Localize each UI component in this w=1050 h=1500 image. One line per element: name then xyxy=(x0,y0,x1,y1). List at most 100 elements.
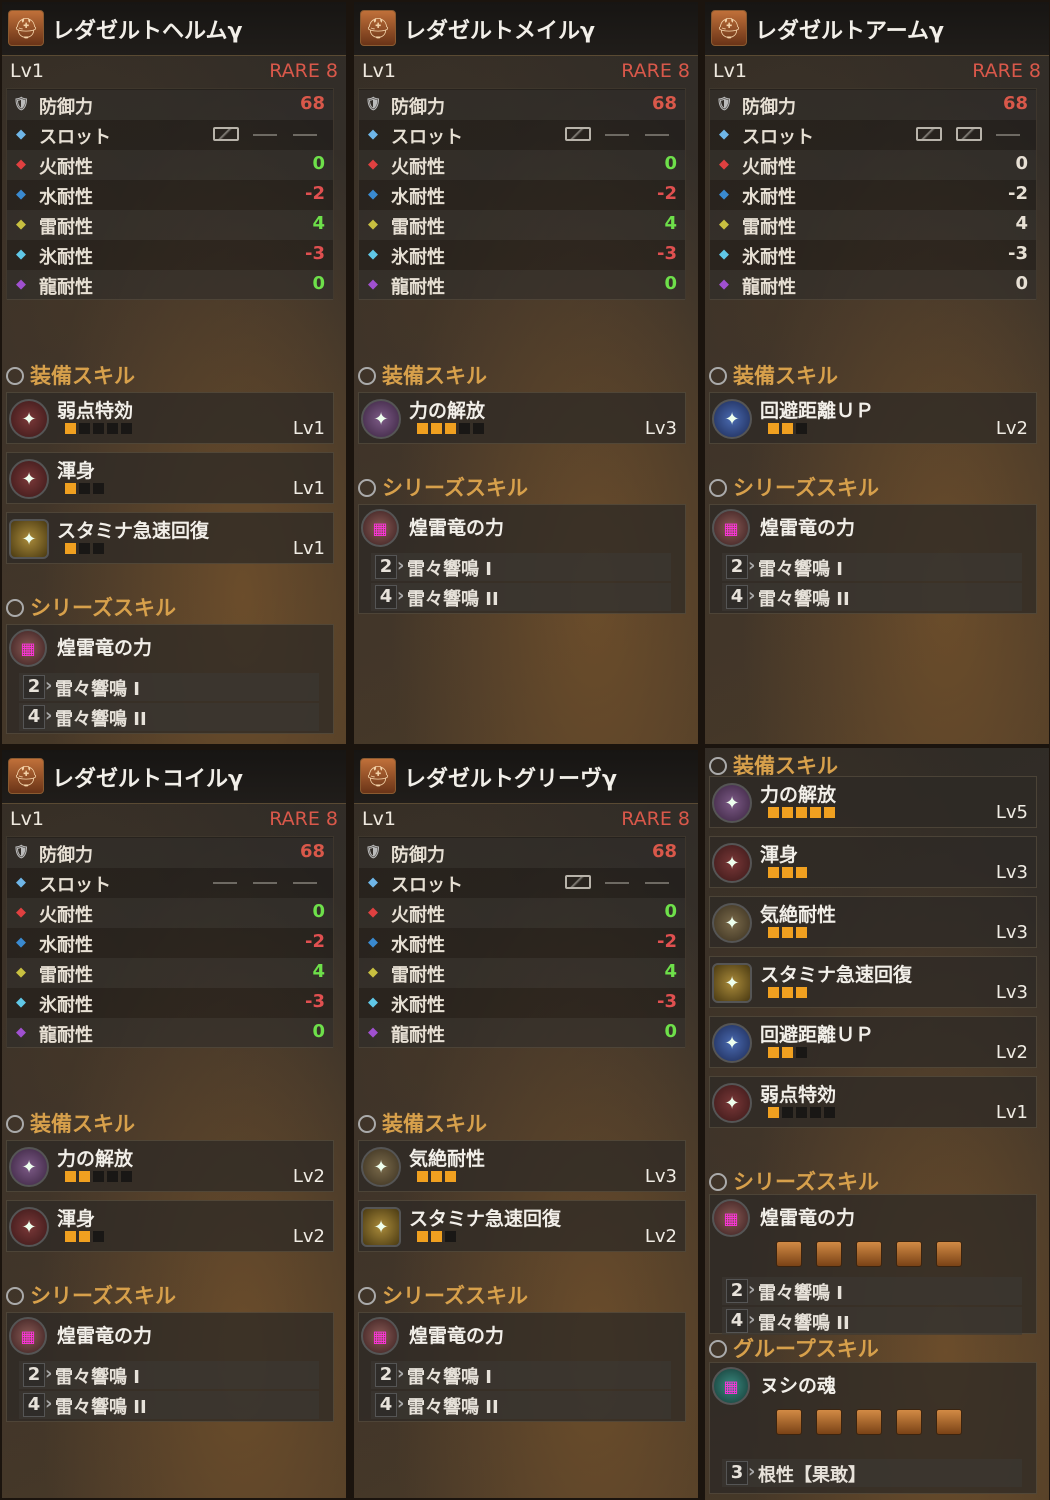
skill-name: スタミナ急速回復 xyxy=(57,520,210,542)
series-armor-icons xyxy=(776,1241,962,1267)
section-icon xyxy=(709,479,727,497)
skill-entry[interactable]: ✦ 回避距離ＵＰ Lv2 xyxy=(709,392,1037,444)
empty-slot[interactable] xyxy=(645,134,669,136)
stat-value: 0 xyxy=(1015,153,1028,174)
stat-label: 水耐性 xyxy=(391,187,445,208)
skill-entry[interactable]: ✦ スタミナ急速回復 Lv1 xyxy=(6,512,334,564)
stat-label: 龍耐性 xyxy=(742,277,796,298)
level-pip xyxy=(107,423,118,434)
stat-value: -3 xyxy=(305,991,325,1012)
series-skill-name: 煌雷竜の力 xyxy=(57,1325,153,1347)
skill-entry[interactable]: ✦ 弱点特効 Lv1 xyxy=(709,1076,1037,1128)
stat-value: 4 xyxy=(1015,213,1028,234)
skill-name: 力の解放 xyxy=(409,400,486,422)
fire-resistance: ◆ 火耐性 0 xyxy=(359,150,685,180)
skill-entry[interactable]: ✦ 力の解放 Lv2 xyxy=(6,1140,334,1192)
level-pip xyxy=(93,543,104,554)
empty-slot[interactable] xyxy=(213,882,237,884)
armor-level: Lv1 xyxy=(362,60,396,82)
skill-entry[interactable]: ✦ 力の解放 Lv3 xyxy=(358,392,686,444)
series-bonus-row: 2雷々響鳴 I xyxy=(19,1361,319,1389)
level-pip xyxy=(417,423,428,434)
level-pip xyxy=(782,987,793,998)
stat-value: 0 xyxy=(312,153,325,174)
series-skill-icon: ▦ xyxy=(361,1317,399,1355)
level-pip xyxy=(93,423,104,434)
fire-resistance: ◆ 火耐性 0 xyxy=(7,150,333,180)
skill-entry[interactable]: ✦ 気絶耐性 Lv3 xyxy=(358,1140,686,1192)
series-skill-box[interactable]: ▦煌雷竜の力2雷々響鳴 I4雷々響鳴 II xyxy=(6,624,334,734)
dragon-resistance: ◆ 龍耐性 0 xyxy=(710,270,1036,300)
slot-gem-icon: ◆ xyxy=(16,874,26,890)
level-pip xyxy=(93,1231,104,1242)
skill-entry[interactable]: ✦ 回避距離ＵＰ Lv2 xyxy=(709,1016,1037,1068)
series-skill-name: 煌雷竜の力 xyxy=(760,1207,856,1229)
stat-value: 0 xyxy=(664,901,677,922)
skill-entry[interactable]: ✦ スタミナ急速回復 Lv2 xyxy=(358,1200,686,1252)
equip-skill-header: 装備スキル xyxy=(6,360,135,390)
skill-level: Lv1 xyxy=(292,478,325,499)
skill-name: 回避距離ＵＰ xyxy=(760,400,875,422)
bonus-name: 雷々響鳴 II xyxy=(45,705,147,731)
series-bonus-row: 4雷々響鳴 II xyxy=(371,583,671,611)
series-skill-box[interactable]: ▦煌雷竜の力2雷々響鳴 I4雷々響鳴 II xyxy=(6,1312,334,1422)
thunder-resistance: ◆ 雷耐性 4 xyxy=(359,958,685,988)
empty-slot[interactable] xyxy=(605,882,629,884)
empty-slot[interactable] xyxy=(293,882,317,884)
skill-level-pips xyxy=(417,423,484,435)
decoration-slot-icon[interactable] xyxy=(565,875,591,889)
stat-value: 4 xyxy=(664,213,677,234)
bonus-piece-count: 2 xyxy=(726,555,748,579)
armor-piece-icon: ⛑ xyxy=(360,10,396,46)
series-skill-icon: ▦ xyxy=(9,629,47,667)
skill-level: Lv5 xyxy=(995,802,1028,823)
skill-name: 力の解放 xyxy=(57,1148,134,1170)
skill-level: Lv2 xyxy=(292,1226,325,1247)
skill-level-pips xyxy=(65,1231,104,1243)
armor-title-bar: ⛑ レダゼルトグリーヴγ xyxy=(354,750,698,804)
series-skill-box[interactable]: ▦煌雷竜の力2雷々響鳴 I4雷々響鳴 II xyxy=(358,504,686,614)
skill-entry[interactable]: ✦ 渾身 Lv2 xyxy=(6,1200,334,1252)
armor-level: Lv1 xyxy=(10,60,44,82)
level-pip xyxy=(796,987,807,998)
skill-entry[interactable]: ✦ 弱点特効 Lv1 xyxy=(6,392,334,444)
skill-level-pips xyxy=(65,423,132,435)
decoration-slot-icon[interactable] xyxy=(956,127,982,141)
decoration-slot-icon[interactable] xyxy=(565,127,591,141)
series-skill-icon: ▦ xyxy=(9,1317,47,1355)
skill-entry[interactable]: ✦ 渾身 Lv1 xyxy=(6,452,334,504)
bonus-piece-count: 2 xyxy=(726,1279,748,1303)
thunder-icon: ◆ xyxy=(368,216,378,232)
group-skill-box[interactable]: ▦ ヌシの魂 3根性【果敢】 xyxy=(709,1362,1037,1494)
stat-value: 0 xyxy=(664,273,677,294)
stat-value: -3 xyxy=(657,991,677,1012)
decoration-slot-icon[interactable] xyxy=(213,127,239,141)
skill-entry[interactable]: ✦ 気絶耐性 Lv3 xyxy=(709,896,1037,948)
decoration-slot-icon[interactable] xyxy=(916,127,942,141)
empty-slot[interactable] xyxy=(996,134,1020,136)
series-skill-box[interactable]: ▦煌雷竜の力2雷々響鳴 I4雷々響鳴 II xyxy=(709,504,1037,614)
skill-name: スタミナ急速回復 xyxy=(760,964,913,986)
armor-rarity: RARE 8 xyxy=(972,60,1041,82)
level-pip xyxy=(431,423,442,434)
skill-entry[interactable]: ✦ 渾身 Lv3 xyxy=(709,836,1037,888)
stat-label: スロット xyxy=(39,127,111,148)
slot-stat: ◆ スロット xyxy=(359,120,685,150)
skill-icon: ✦ xyxy=(9,1207,49,1247)
stats-table: 🛡 防御力 68 ◆ スロット ◆ 火耐性 0 ◆ 水耐性 -2 ◆ 雷耐性 4 ◆ 氷耐性 -3 ◆ 龍耐性 0 xyxy=(709,88,1037,300)
skill-icon: ✦ xyxy=(9,519,49,559)
skill-level-pips xyxy=(768,1107,835,1119)
series-skill-box[interactable]: ▦煌雷竜の力2雷々響鳴 I4雷々響鳴 II xyxy=(709,1194,1037,1335)
skill-entry[interactable]: ✦ 力の解放 Lv5 xyxy=(709,776,1037,828)
empty-slot[interactable] xyxy=(253,882,277,884)
section-icon xyxy=(6,1287,24,1305)
series-skill-icon: ▦ xyxy=(712,1199,750,1237)
empty-slot[interactable] xyxy=(253,134,277,136)
stat-label: 水耐性 xyxy=(742,187,796,208)
series-skill-box[interactable]: ▦煌雷竜の力2雷々響鳴 I4雷々響鳴 II xyxy=(358,1312,686,1422)
empty-slot[interactable] xyxy=(645,882,669,884)
empty-slot[interactable] xyxy=(293,134,317,136)
empty-slot[interactable] xyxy=(605,134,629,136)
skill-entry[interactable]: ✦ スタミナ急速回復 Lv3 xyxy=(709,956,1037,1008)
series-bonus-row: 2雷々響鳴 I xyxy=(371,553,671,581)
